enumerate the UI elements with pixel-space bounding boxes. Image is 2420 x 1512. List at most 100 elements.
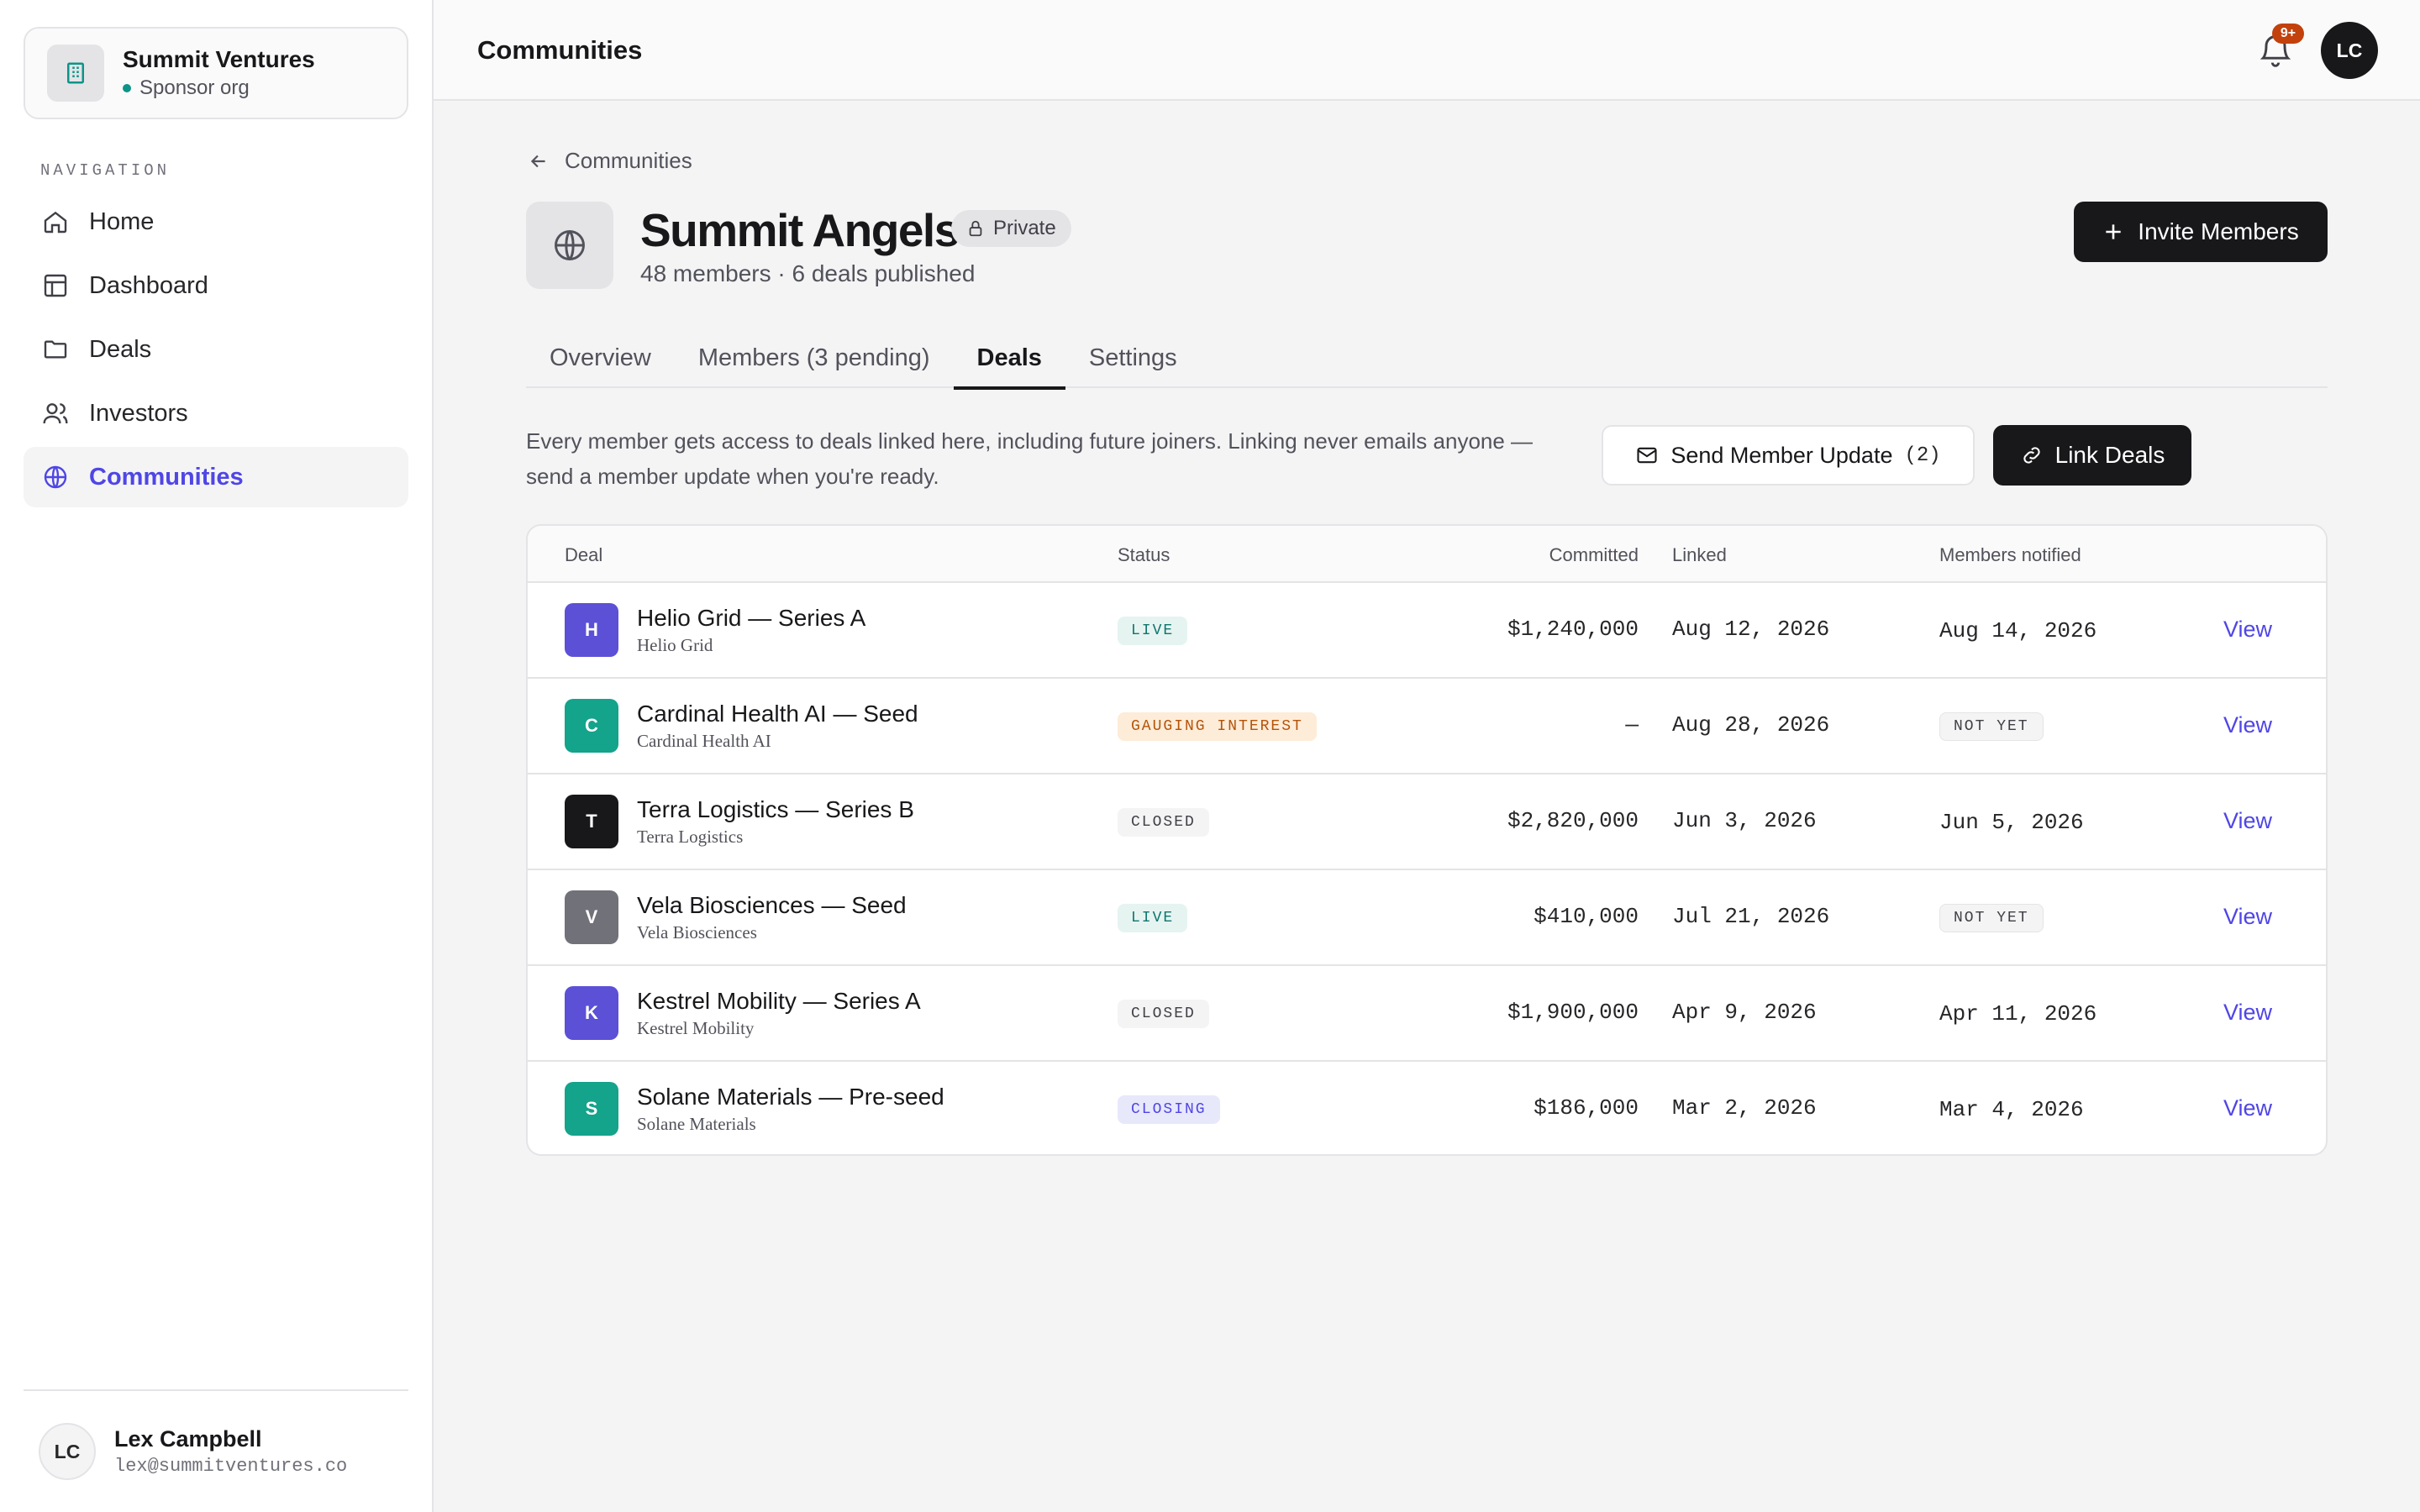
topbar: Communities 9+ LC — [434, 0, 2420, 101]
plus-icon — [2106, 224, 2121, 239]
status-badge: CLOSING — [1118, 1095, 1220, 1124]
deal-company: Kestrel Mobility — [637, 1018, 755, 1038]
building-icon — [47, 45, 104, 102]
linked-date: Jul 21, 2026 — [1672, 904, 1830, 929]
invite-members-label: Invite Members — [2138, 218, 2299, 244]
tab-members[interactable]: Members (3 pending) — [675, 328, 954, 388]
table-row[interactable]: V Vela Biosciences — Seed Vela Biosciences… — [528, 870, 2326, 966]
view-deal-link[interactable]: View — [2223, 1095, 2272, 1121]
nav-heading: NAVIGATION — [40, 161, 171, 180]
invite-members-button[interactable]: Invite Members — [2074, 202, 2328, 262]
committed-amount: $410,000 — [1534, 904, 1639, 929]
deal-name: Cardinal Health AI — Seed — [637, 701, 918, 727]
deal-name: Helio Grid — Series A — [637, 605, 866, 631]
avatar: LC — [39, 1423, 96, 1480]
view-deal-link[interactable]: View — [2223, 808, 2272, 834]
deal-company: Helio Grid — [637, 635, 713, 655]
org-role: Sponsor org — [123, 76, 315, 100]
globe-icon — [40, 462, 71, 492]
sidebar-item-communities[interactable]: Communities — [24, 447, 408, 507]
user-profile[interactable]: LC Lex Campbell lex@summitventures.co — [24, 1389, 408, 1512]
status-dot — [123, 84, 131, 92]
org-name: Summit Ventures — [123, 46, 315, 72]
deal-name: Kestrel Mobility — Series A — [637, 988, 921, 1014]
breadcrumb[interactable]: Communities — [528, 148, 692, 174]
user-email: lex@summitventures.co — [114, 1456, 348, 1477]
link-deals-button[interactable]: Link Deals — [1993, 425, 2191, 486]
notification-badge: 9+ — [2272, 24, 2304, 44]
view-deal-link[interactable]: View — [2223, 712, 2272, 738]
link-icon — [2023, 447, 2040, 464]
privacy-label: Private — [993, 217, 1056, 239]
linked-date: Aug 12, 2026 — [1672, 617, 1830, 642]
send-member-update-button[interactable]: Send Member Update (2) — [1602, 425, 1975, 486]
table-header: Deal Status Committed Linked Members not… — [528, 526, 2326, 583]
tab-overview[interactable]: Overview — [526, 328, 675, 388]
deal-avatar: T — [565, 795, 618, 848]
deals-info-text: Every member gets access to deals linked… — [526, 428, 1534, 489]
sidebar: Summit Ventures Sponsor org NAVIGATION H… — [0, 0, 434, 1512]
dashboard-icon — [40, 270, 71, 301]
sidebar-item-dashboard[interactable]: Dashboard — [24, 255, 408, 316]
column-header-status: Status — [1118, 544, 1171, 565]
deals-table: Deal Status Committed Linked Members not… — [526, 524, 2328, 1156]
not-notified-badge: NOT YET — [1939, 712, 2044, 741]
sidebar-item-deals[interactable]: Deals — [24, 319, 408, 380]
tab-bar: Overview Members (3 pending) Deals Setti… — [526, 328, 2328, 390]
deal-name: Vela Biosciences — Seed — [637, 892, 907, 918]
sidebar-item-label: Dashboard — [89, 271, 208, 299]
deal-avatar: V — [565, 890, 618, 944]
sidebar-nav: Home Dashboard Deals Investors Communiti… — [24, 192, 408, 511]
deal-avatar: H — [565, 603, 618, 657]
status-badge: GAUGING INTEREST — [1118, 712, 1317, 741]
sidebar-item-home[interactable]: Home — [24, 192, 408, 252]
user-name: Lex Campbell — [114, 1426, 262, 1452]
table-body: H Helio Grid — Series A Helio Grid LIVE $1,2… — [528, 583, 2326, 1154]
table-row[interactable]: C Cardinal Health AI — Seed Cardinal Healt… — [528, 679, 2326, 774]
column-header-committed: Committed — [1549, 544, 1639, 565]
link-deals-label: Link Deals — [2054, 442, 2165, 468]
arrow-left-icon — [530, 155, 545, 167]
privacy-badge: Private — [951, 210, 1071, 247]
tab-deals[interactable]: Deals — [953, 328, 1066, 390]
deal-avatar: K — [565, 986, 618, 1040]
breadcrumb-label: Communities — [565, 148, 692, 173]
sidebar-item-label: Communities — [89, 463, 244, 491]
linked-date: Apr 9, 2026 — [1672, 1000, 1817, 1025]
view-deal-link[interactable]: View — [2223, 904, 2272, 930]
tab-settings[interactable]: Settings — [1065, 328, 1201, 388]
globe-icon — [526, 202, 613, 289]
sidebar-item-label: Home — [89, 207, 155, 235]
community-meta: 48 members · 6 deals published — [640, 260, 976, 286]
table-row[interactable]: K Kestrel Mobility — Series A Kestrel Mobi… — [528, 966, 2326, 1062]
users-icon — [40, 398, 71, 428]
notified-date: Apr 11, 2026 — [1939, 1001, 2097, 1026]
notified-date: Mar 4, 2026 — [1939, 1097, 2084, 1122]
committed-amount: $186,000 — [1534, 1095, 1639, 1121]
status-badge: CLOSED — [1118, 1000, 1209, 1028]
linked-date: Aug 28, 2026 — [1672, 712, 1830, 738]
deal-company: Vela Biosciences — [637, 922, 757, 942]
notified-date: Jun 5, 2026 — [1939, 810, 2084, 835]
deal-avatar: S — [565, 1082, 618, 1136]
view-deal-link[interactable]: View — [2223, 1000, 2272, 1026]
view-deal-link[interactable]: View — [2223, 617, 2272, 643]
deal-name: Solane Materials — Pre-seed — [637, 1084, 944, 1110]
committed-amount: $2,820,000 — [1507, 808, 1639, 833]
table-row[interactable]: S Solane Materials — Pre-seed Solane Mater… — [528, 1062, 2326, 1154]
deal-avatar: C — [565, 699, 618, 753]
linked-date: Mar 2, 2026 — [1672, 1095, 1817, 1121]
not-notified-badge: NOT YET — [1939, 904, 2044, 932]
main-content: Communities Summit Angels Private 48 mem… — [434, 101, 2420, 1512]
deal-company: Solane Materials — [637, 1114, 756, 1134]
lock-icon — [969, 220, 982, 237]
linked-date: Jun 3, 2026 — [1672, 808, 1817, 833]
sidebar-item-investors[interactable]: Investors — [24, 383, 408, 444]
deal-company: Cardinal Health AI — [637, 731, 771, 751]
org-role-label: Sponsor org — [139, 76, 250, 99]
avatar[interactable]: LC — [2321, 22, 2378, 79]
table-row[interactable]: H Helio Grid — Series A Helio Grid LIVE $1,2… — [528, 583, 2326, 679]
org-switcher[interactable]: Summit Ventures Sponsor org — [24, 27, 408, 119]
table-row[interactable]: T Terra Logistics — Series B Terra Logisti… — [528, 774, 2326, 870]
sidebar-item-label: Investors — [89, 399, 188, 427]
